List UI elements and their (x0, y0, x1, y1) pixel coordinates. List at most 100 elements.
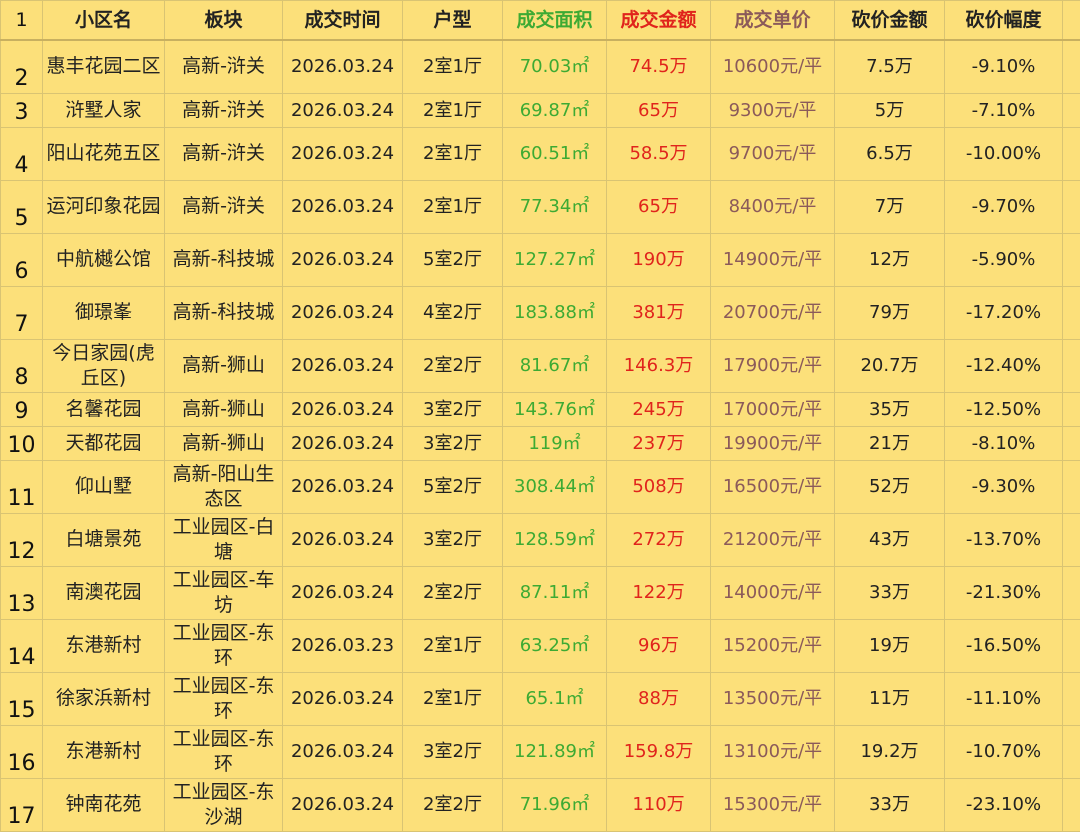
row-number[interactable]: 3 (1, 93, 43, 127)
bargain-percent-cell[interactable]: -12.50% (945, 392, 1063, 426)
header-district[interactable]: 板块 (165, 1, 283, 41)
bargain-amount-cell[interactable]: 21万 (835, 426, 945, 460)
deal-date-cell[interactable]: 2026.03.24 (283, 233, 403, 286)
bargain-amount-cell[interactable]: 43万 (835, 513, 945, 566)
row-number[interactable]: 4 (1, 127, 43, 180)
deal-area-cell[interactable]: 183.88㎡ (503, 286, 607, 339)
row-number[interactable]: 15 (1, 672, 43, 725)
unit-price-cell[interactable]: 15200元/平 (711, 619, 835, 672)
deal-amount-cell[interactable]: 159.8万 (607, 725, 711, 778)
deal-area-cell[interactable]: 119㎡ (503, 426, 607, 460)
district-cell[interactable]: 工业园区-车坊 (165, 566, 283, 619)
row-number[interactable]: 11 (1, 460, 43, 513)
layout-cell[interactable]: 2室1厅 (403, 127, 503, 180)
deal-area-cell[interactable]: 308.44㎡ (503, 460, 607, 513)
bargain-percent-cell[interactable]: -13.70% (945, 513, 1063, 566)
deal-amount-cell[interactable]: 96万 (607, 619, 711, 672)
district-cell[interactable]: 高新-浒关 (165, 127, 283, 180)
row-number[interactable]: 2 (1, 40, 43, 93)
deal-amount-cell[interactable]: 272万 (607, 513, 711, 566)
community-name-cell[interactable]: 东港新村 (43, 725, 165, 778)
bargain-percent-cell[interactable]: -23.10% (945, 778, 1063, 831)
deal-area-cell[interactable]: 121.89㎡ (503, 725, 607, 778)
unit-price-cell[interactable]: 13500元/平 (711, 672, 835, 725)
district-cell[interactable]: 高新-浒关 (165, 180, 283, 233)
deal-date-cell[interactable]: 2026.03.24 (283, 566, 403, 619)
bargain-amount-cell[interactable]: 52万 (835, 460, 945, 513)
extra-cell[interactable] (1063, 725, 1080, 778)
community-name-cell[interactable]: 白塘景苑 (43, 513, 165, 566)
bargain-percent-cell[interactable]: -10.00% (945, 127, 1063, 180)
district-cell[interactable]: 高新-浒关 (165, 93, 283, 127)
deal-date-cell[interactable]: 2026.03.24 (283, 286, 403, 339)
community-name-cell[interactable]: 阳山花苑五区 (43, 127, 165, 180)
deal-date-cell[interactable]: 2026.03.24 (283, 180, 403, 233)
bargain-amount-cell[interactable]: 33万 (835, 778, 945, 831)
layout-cell[interactable]: 2室2厅 (403, 778, 503, 831)
unit-price-cell[interactable]: 14000元/平 (711, 566, 835, 619)
extra-cell[interactable] (1063, 778, 1080, 831)
bargain-percent-cell[interactable]: -21.30% (945, 566, 1063, 619)
district-cell[interactable]: 高新-科技城 (165, 233, 283, 286)
community-name-cell[interactable]: 运河印象花园 (43, 180, 165, 233)
district-cell[interactable]: 工业园区-东环 (165, 619, 283, 672)
layout-cell[interactable]: 2室1厅 (403, 40, 503, 93)
row-number[interactable]: 9 (1, 392, 43, 426)
community-name-cell[interactable]: 中航樾公馆 (43, 233, 165, 286)
deal-amount-cell[interactable]: 508万 (607, 460, 711, 513)
layout-cell[interactable]: 2室1厅 (403, 93, 503, 127)
layout-cell[interactable]: 2室1厅 (403, 180, 503, 233)
community-name-cell[interactable]: 徐家浜新村 (43, 672, 165, 725)
district-cell[interactable]: 高新-阳山生态区 (165, 460, 283, 513)
extra-cell[interactable] (1063, 460, 1080, 513)
header-community-name[interactable]: 小区名 (43, 1, 165, 41)
district-cell[interactable]: 工业园区-东沙湖 (165, 778, 283, 831)
deal-amount-cell[interactable]: 237万 (607, 426, 711, 460)
row-number[interactable]: 10 (1, 426, 43, 460)
header-deal-area[interactable]: 成交面积 (503, 1, 607, 41)
layout-cell[interactable]: 2室1厅 (403, 619, 503, 672)
community-name-cell[interactable]: 惠丰花园二区 (43, 40, 165, 93)
community-name-cell[interactable]: 今日家园(虎丘区) (43, 339, 165, 392)
extra-cell[interactable] (1063, 339, 1080, 392)
deal-date-cell[interactable]: 2026.03.23 (283, 619, 403, 672)
deal-amount-cell[interactable]: 190万 (607, 233, 711, 286)
district-cell[interactable]: 高新-科技城 (165, 286, 283, 339)
bargain-amount-cell[interactable]: 12万 (835, 233, 945, 286)
bargain-percent-cell[interactable]: -10.70% (945, 725, 1063, 778)
unit-price-cell[interactable]: 17000元/平 (711, 392, 835, 426)
deal-amount-cell[interactable]: 65万 (607, 93, 711, 127)
unit-price-cell[interactable]: 10600元/平 (711, 40, 835, 93)
community-name-cell[interactable]: 东港新村 (43, 619, 165, 672)
district-cell[interactable]: 高新-狮山 (165, 392, 283, 426)
header-row-number[interactable]: 1 (1, 1, 43, 41)
deal-amount-cell[interactable]: 110万 (607, 778, 711, 831)
bargain-percent-cell[interactable]: -11.10% (945, 672, 1063, 725)
header-bargain-amount[interactable]: 砍价金额 (835, 1, 945, 41)
deal-date-cell[interactable]: 2026.03.24 (283, 339, 403, 392)
row-number[interactable]: 14 (1, 619, 43, 672)
deal-area-cell[interactable]: 77.34㎡ (503, 180, 607, 233)
deal-area-cell[interactable]: 128.59㎡ (503, 513, 607, 566)
row-number[interactable]: 16 (1, 725, 43, 778)
deal-date-cell[interactable]: 2026.03.24 (283, 40, 403, 93)
extra-cell[interactable] (1063, 513, 1080, 566)
deal-amount-cell[interactable]: 122万 (607, 566, 711, 619)
extra-cell[interactable] (1063, 426, 1080, 460)
community-name-cell[interactable]: 天都花园 (43, 426, 165, 460)
row-number[interactable]: 17 (1, 778, 43, 831)
deal-area-cell[interactable]: 81.67㎡ (503, 339, 607, 392)
row-number[interactable]: 12 (1, 513, 43, 566)
bargain-amount-cell[interactable]: 7万 (835, 180, 945, 233)
unit-price-cell[interactable]: 21200元/平 (711, 513, 835, 566)
deal-date-cell[interactable]: 2026.03.24 (283, 127, 403, 180)
bargain-percent-cell[interactable]: -9.70% (945, 180, 1063, 233)
row-number[interactable]: 5 (1, 180, 43, 233)
district-cell[interactable]: 高新-浒关 (165, 40, 283, 93)
header-deal-date[interactable]: 成交时间 (283, 1, 403, 41)
deal-amount-cell[interactable]: 74.5万 (607, 40, 711, 93)
community-name-cell[interactable]: 御璟峯 (43, 286, 165, 339)
extra-cell[interactable] (1063, 566, 1080, 619)
bargain-amount-cell[interactable]: 5万 (835, 93, 945, 127)
district-cell[interactable]: 工业园区-东环 (165, 672, 283, 725)
